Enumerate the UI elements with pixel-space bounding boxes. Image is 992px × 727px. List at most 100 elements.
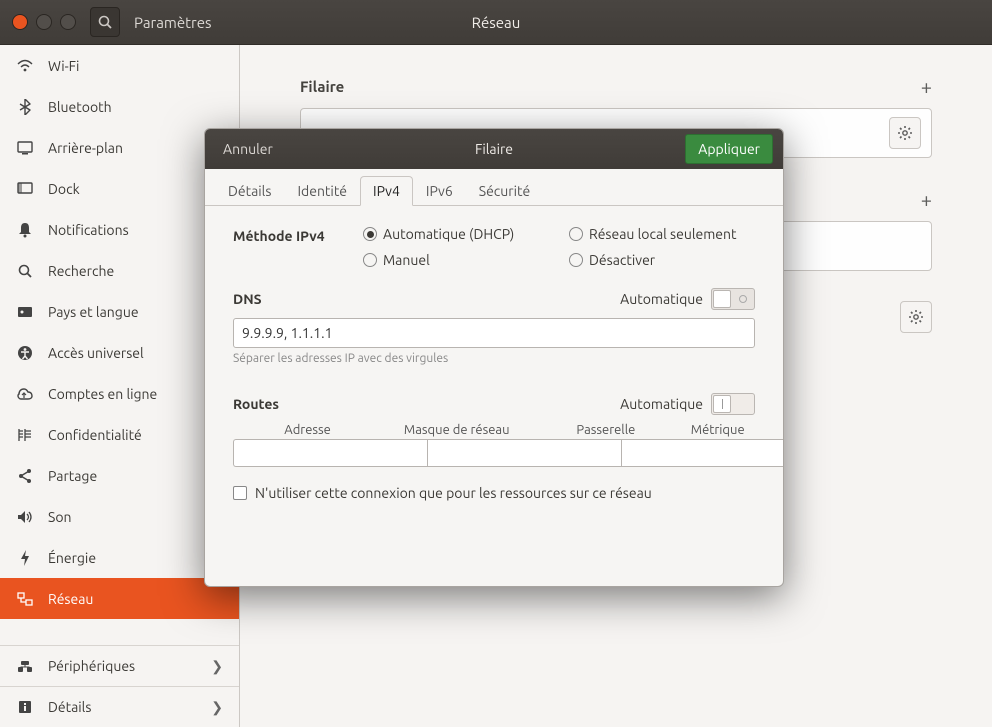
sidebar-item-label: Dock <box>48 181 80 197</box>
method-auto-radio[interactable]: Automatique (DHCP) <box>363 226 549 242</box>
tab-identity[interactable]: Identité <box>284 176 360 206</box>
route-netmask-input[interactable] <box>427 439 621 467</box>
dialog-tabs: Détails Identité IPv4 IPv6 Sécurité <box>205 169 783 206</box>
dns-hint: Séparer les adresses IP avec des virgule… <box>233 352 755 365</box>
connection-settings-button-2[interactable] <box>900 301 932 333</box>
sidebar-item-label: Énergie <box>48 550 96 566</box>
sidebar-item-label: Bluetooth <box>48 99 112 115</box>
route-address-input[interactable] <box>233 439 427 467</box>
radio-icon <box>363 227 377 241</box>
dialog-body: Méthode IPv4 Automatique (DHCP) Réseau l… <box>205 206 783 586</box>
window-titlebar: Paramètres Réseau <box>0 0 992 45</box>
search-icon <box>97 14 113 30</box>
cancel-button[interactable]: Annuler <box>215 137 281 161</box>
sidebar-item-label: Notifications <box>48 222 129 238</box>
dns-input[interactable] <box>233 318 755 348</box>
sidebar-item-devices[interactable]: Périphériques ❯ <box>0 645 239 686</box>
routes-table-header: Adresse Masque de réseau Passerelle Métr… <box>233 423 755 439</box>
sidebar-item-label: Recherche <box>48 263 114 279</box>
toggle-dot-icon <box>739 295 747 303</box>
bell-icon <box>16 222 34 238</box>
radio-label: Manuel <box>383 252 430 268</box>
add-connection-button[interactable]: + <box>921 75 932 98</box>
sidebar-item-details[interactable]: Détails ❯ <box>0 686 239 727</box>
sidebar-item-label: Détails <box>48 699 91 715</box>
only-resources-checkbox[interactable] <box>233 486 247 500</box>
devices-icon <box>16 659 34 673</box>
details-icon <box>16 700 34 714</box>
sidebar-item-bluetooth[interactable]: Bluetooth <box>0 86 239 127</box>
sidebar-item-label: Réseau <box>48 591 93 607</box>
radio-icon <box>363 253 377 267</box>
app-title: Paramètres <box>134 14 212 31</box>
sidebar-item-label: Son <box>48 509 72 525</box>
connection-settings-button[interactable] <box>889 117 921 149</box>
radio-icon <box>569 227 583 241</box>
radio-label: Réseau local seulement <box>589 226 737 242</box>
network-icon <box>16 592 34 606</box>
window-close-button[interactable] <box>12 14 28 30</box>
tab-ipv4[interactable]: IPv4 <box>360 176 413 206</box>
dock-icon <box>16 182 34 196</box>
tab-security[interactable]: Sécurité <box>466 176 543 206</box>
connection-editor-dialog: Annuler Filaire Appliquer Détails Identi… <box>204 128 784 587</box>
only-resources-label: N'utiliser cette connexion que pour les … <box>255 485 652 501</box>
privacy-icon <box>16 428 34 442</box>
sidebar-item-label: Comptes en ligne <box>48 386 157 402</box>
method-disable-radio[interactable]: Désactiver <box>569 252 755 268</box>
method-local-radio[interactable]: Réseau local seulement <box>569 226 755 242</box>
bluetooth-icon <box>16 99 34 115</box>
background-icon <box>16 141 34 155</box>
toggle-knob <box>713 290 731 308</box>
ipv4-method-label: Méthode IPv4 <box>233 226 363 268</box>
header-search-button[interactable] <box>90 7 120 37</box>
search-icon <box>16 263 34 279</box>
region-icon <box>16 305 34 319</box>
window-minimize-button[interactable] <box>36 14 52 30</box>
section-heading-wired: Filaire + <box>300 75 932 98</box>
sound-icon <box>16 510 34 524</box>
col-netmask: Masque de réseau <box>382 423 531 439</box>
routes-auto-label: Automatique <box>620 396 703 412</box>
sidebar-item-label: Périphériques <box>48 658 135 674</box>
radio-label: Désactiver <box>589 252 655 268</box>
routes-heading: Routes <box>233 396 279 412</box>
dialog-titlebar: Annuler Filaire Appliquer <box>205 129 783 169</box>
route-gateway-input[interactable] <box>621 439 784 467</box>
sidebar-item-label: Confidentialité <box>48 427 142 443</box>
routes-auto-toggle[interactable] <box>711 393 755 415</box>
sidebar-item-label: Partage <box>48 468 97 484</box>
tab-details[interactable]: Détails <box>215 176 284 206</box>
sidebar-item-label: Pays et langue <box>48 304 139 320</box>
chevron-right-icon: ❯ <box>211 699 223 716</box>
dialog-title: Filaire <box>475 141 513 157</box>
col-metric: Métrique <box>680 423 755 439</box>
sidebar-item-network[interactable]: Réseau <box>0 578 239 619</box>
power-icon <box>16 550 34 566</box>
dns-heading: DNS <box>233 291 262 307</box>
share-icon <box>16 468 34 484</box>
apply-button[interactable]: Appliquer <box>685 134 773 164</box>
radio-label: Automatique (DHCP) <box>383 226 514 242</box>
window-maximize-button[interactable] <box>60 14 76 30</box>
section-title: Filaire <box>300 78 344 95</box>
sidebar-item-label: Accès universel <box>48 345 144 361</box>
gear-icon <box>897 125 913 141</box>
chevron-right-icon: ❯ <box>211 658 223 675</box>
sidebar-item-label: Arrière-plan <box>48 140 123 156</box>
window-controls <box>12 14 76 30</box>
wifi-icon <box>16 58 34 74</box>
method-manual-radio[interactable]: Manuel <box>363 252 549 268</box>
col-gateway: Passerelle <box>531 423 680 439</box>
gear-icon <box>908 309 924 325</box>
radio-icon <box>569 253 583 267</box>
add-connection-button-2[interactable]: + <box>921 188 932 211</box>
col-address: Adresse <box>233 423 382 439</box>
tab-ipv6[interactable]: IPv6 <box>413 176 466 206</box>
accessibility-icon <box>16 345 34 361</box>
page-title: Réseau <box>472 14 521 31</box>
toggle-knob <box>713 395 731 413</box>
dns-auto-toggle[interactable] <box>711 288 755 310</box>
sidebar-item-wifi[interactable]: Wi-Fi <box>0 45 239 86</box>
online-accounts-icon <box>16 387 34 401</box>
